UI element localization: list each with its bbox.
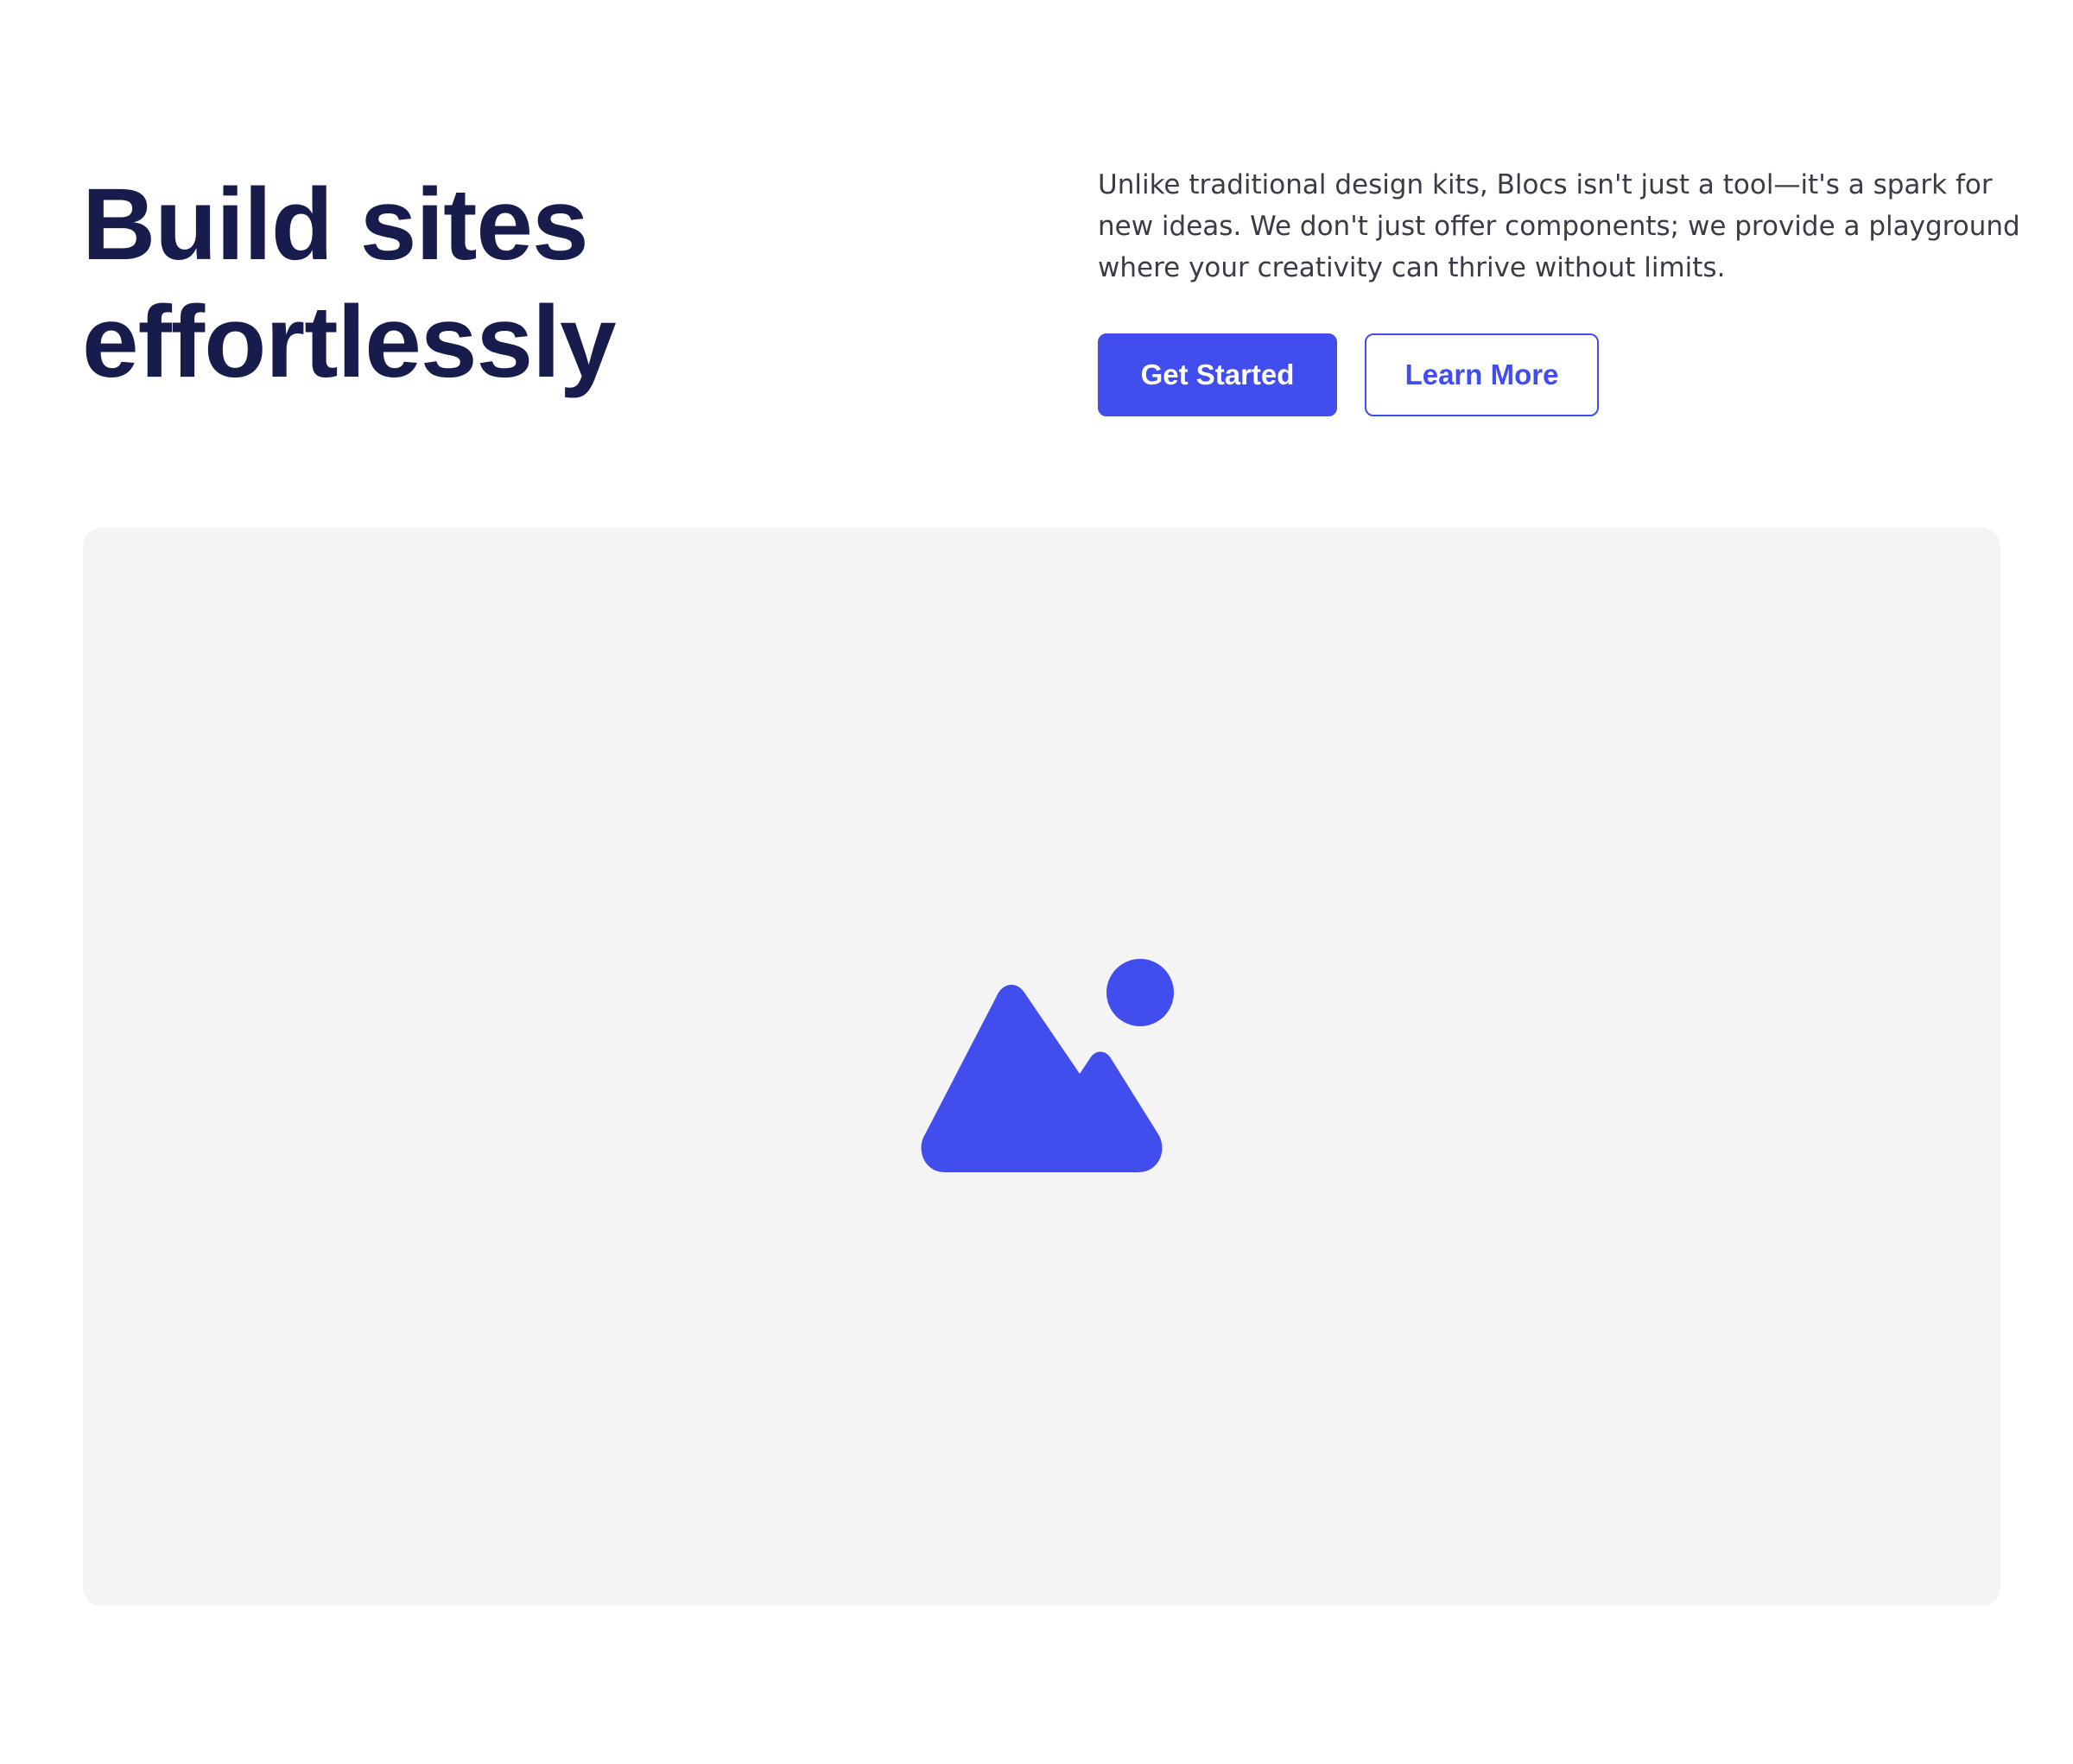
learn-more-button[interactable]: Learn More xyxy=(1365,333,1599,416)
hero-title-line-2: effortlessly xyxy=(82,285,617,399)
hero-description: Unlike traditional design kits, Blocs is… xyxy=(1098,169,2020,283)
image-placeholder-icon xyxy=(921,959,1174,1172)
hero-title: Build sites effortlessly xyxy=(82,166,946,401)
image-placeholder xyxy=(83,528,2000,1606)
hero-title-line-1: Build sites xyxy=(82,168,589,282)
get-started-button[interactable]: Get Started xyxy=(1098,333,1337,416)
